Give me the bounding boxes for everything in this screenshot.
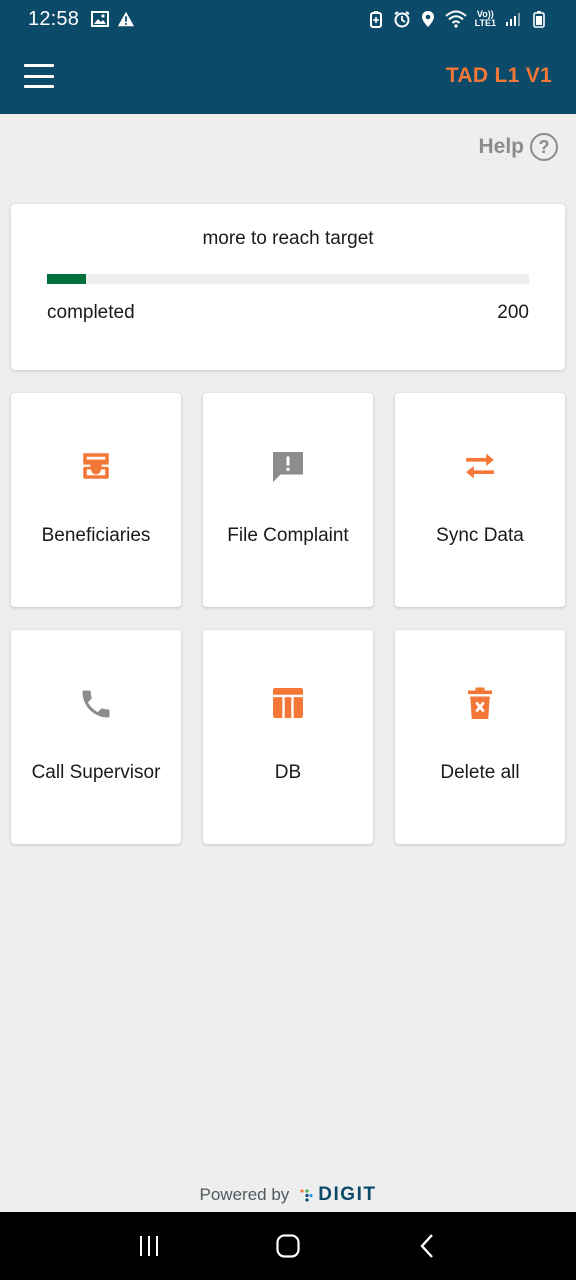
target-progress-card: more to reach target completed 200 (11, 204, 565, 370)
tile-label: Delete all (440, 762, 520, 783)
system-navigation-bar (0, 1212, 576, 1280)
tile-label: Sync Data (436, 525, 524, 546)
tile-label: Call Supervisor (31, 762, 161, 783)
tile-call-supervisor[interactable]: Call Supervisor (11, 630, 181, 844)
table-icon (270, 686, 306, 725)
help-question-icon: ? (530, 133, 558, 161)
progress-target-value: 200 (497, 302, 529, 323)
tile-label: Beneficiaries (41, 525, 151, 546)
tile-sync-data[interactable]: Sync Data (395, 393, 565, 607)
target-message: more to reach target (202, 228, 374, 249)
back-icon[interactable] (407, 1226, 447, 1266)
inbox-icon (79, 449, 113, 488)
status-system-icons: Vo)) LTE1 (367, 10, 548, 28)
app-title: TAD L1 V1 (445, 64, 552, 87)
help-button[interactable]: Help ? (478, 133, 558, 161)
status-time: 12:58 (28, 7, 80, 30)
tile-beneficiaries[interactable]: Beneficiaries (11, 393, 181, 607)
alarm-icon (393, 10, 411, 28)
home-icon[interactable] (268, 1226, 308, 1266)
tile-label: File Complaint (227, 525, 349, 546)
tile-label: DB (274, 762, 302, 783)
wifi-icon (444, 10, 467, 28)
phone-icon (78, 686, 114, 727)
feedback-icon (270, 449, 306, 490)
tile-delete-all[interactable]: Delete all (395, 630, 565, 844)
signal-icon (504, 10, 522, 28)
digit-logo-icon (300, 1189, 313, 1202)
battery-icon (530, 10, 548, 28)
progress-completed-label: completed (47, 302, 135, 323)
powered-by-label: Powered by (199, 1185, 290, 1204)
help-label: Help (478, 135, 524, 158)
network-type-label: Vo)) LTE1 (475, 10, 496, 28)
tile-db[interactable]: DB (203, 630, 373, 844)
warning-icon (117, 10, 135, 28)
status-bar: 12:58 Vo)) LTE1 (0, 0, 576, 38)
delete-icon (464, 686, 496, 727)
footer: Powered by DIGIT (0, 1184, 576, 1206)
target-progress-bar (47, 274, 529, 284)
hamburger-menu-icon[interactable] (24, 64, 54, 88)
lte-label: LTE1 (474, 18, 496, 28)
battery-saver-icon (367, 10, 385, 28)
gallery-icon (91, 10, 110, 28)
target-progress-fill (47, 274, 86, 284)
tile-file-complaint[interactable]: File Complaint (203, 393, 373, 607)
status-notification-icons (91, 10, 135, 28)
sync-arrows-icon (461, 449, 499, 488)
location-icon (419, 10, 437, 28)
app-bar: TAD L1 V1 (0, 38, 576, 114)
recent-apps-icon[interactable] (129, 1226, 169, 1266)
digit-logo: DIGIT (299, 1184, 376, 1206)
digit-brand-text: DIGIT (318, 1184, 377, 1205)
